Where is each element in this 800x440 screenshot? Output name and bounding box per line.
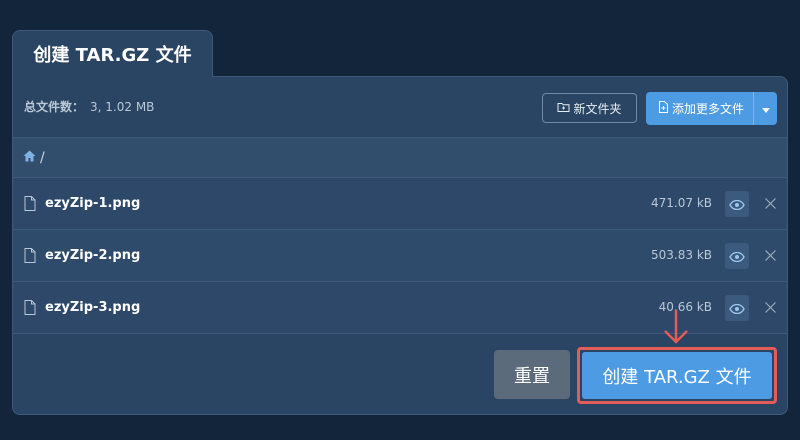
file-icon [24, 196, 36, 215]
file-panel: 总文件数： 3, 1.02 MB 新文件夹 添加更多文件 / ezyZip-1.… [12, 76, 788, 415]
close-icon [764, 298, 776, 317]
toolbar: 总文件数： 3, 1.02 MB 新文件夹 添加更多文件 [13, 77, 787, 137]
remove-file-button[interactable] [761, 194, 779, 212]
home-icon[interactable] [23, 150, 36, 166]
reset-button[interactable]: 重置 [494, 350, 570, 399]
add-files-label: 添加更多文件 [672, 102, 745, 116]
arrow-down-icon [660, 308, 692, 350]
file-size: 471.07 kB [651, 196, 712, 210]
create-targz-button[interactable]: 创建 TAR.GZ 文件 [582, 352, 772, 399]
file-row: ezyZip-1.png 471.07 kB [13, 178, 787, 230]
total-files: 总文件数： 3, 1.02 MB [24, 98, 154, 115]
add-files-button[interactable]: 添加更多文件 [646, 92, 777, 125]
folder-plus-icon [557, 101, 570, 116]
create-highlight: 创建 TAR.GZ 文件 [577, 347, 777, 404]
tab-title: 创建 TAR.GZ 文件 [33, 45, 192, 66]
reset-label: 重置 [514, 365, 550, 387]
total-files-value: 3, 1.02 MB [90, 100, 155, 114]
file-row: ezyZip-2.png 503.83 kB [13, 230, 787, 282]
preview-button[interactable] [725, 243, 749, 269]
file-icon [24, 248, 36, 267]
preview-button[interactable] [725, 295, 749, 321]
remove-file-button[interactable] [761, 246, 779, 264]
new-folder-label: 新文件夹 [573, 101, 622, 116]
add-files-main[interactable]: 添加更多文件 [646, 92, 753, 125]
file-name: ezyZip-1.png [45, 196, 141, 211]
eye-icon [729, 195, 745, 214]
eye-icon [729, 247, 745, 266]
file-icon [24, 300, 36, 319]
breadcrumb: / [13, 137, 787, 178]
remove-file-button[interactable] [761, 298, 779, 316]
file-name: ezyZip-2.png [45, 248, 141, 263]
tab-create-targz[interactable]: 创建 TAR.GZ 文件 [12, 30, 213, 77]
close-icon [764, 194, 776, 213]
new-folder-button[interactable]: 新文件夹 [542, 93, 637, 123]
create-label: 创建 TAR.GZ 文件 [602, 366, 752, 388]
caret-down-icon [761, 102, 770, 116]
add-files-dropdown[interactable] [753, 92, 777, 125]
eye-icon [729, 299, 745, 318]
close-icon [764, 246, 776, 265]
file-name: ezyZip-3.png [45, 300, 141, 315]
file-size: 503.83 kB [651, 248, 712, 262]
breadcrumb-path[interactable]: / [40, 150, 45, 166]
file-plus-icon [658, 101, 669, 116]
preview-button[interactable] [725, 191, 749, 217]
total-files-label: 总文件数： [24, 100, 85, 114]
